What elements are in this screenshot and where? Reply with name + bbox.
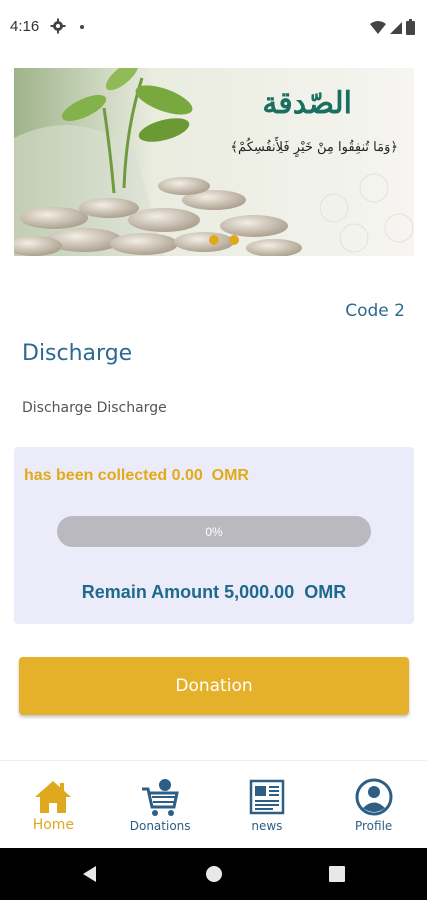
profile-icon [354, 777, 394, 817]
remaining-amount: Remain Amount 5,000.00 OMR [81, 582, 347, 602]
bottom-navigation: Home Donations news Profile [0, 760, 427, 848]
carousel-dot[interactable] [209, 235, 219, 245]
banner-verse: ﴿وَمَا تُنفِقُوا مِنْ خَيْرٍ فَلِأَنفُسِ… [230, 140, 398, 155]
project-title: Discharge [22, 341, 133, 366]
cart-donations-icon [140, 777, 180, 817]
status-time: 4:16 [10, 18, 40, 35]
donation-button[interactable]: Donation [19, 657, 409, 715]
notification-dot-icon [80, 25, 84, 29]
system-navigation-bar [0, 848, 427, 900]
coins-plant-image [14, 68, 414, 256]
newspaper-icon [247, 777, 287, 817]
back-icon[interactable] [80, 864, 100, 884]
progress-bar: 0% [57, 516, 371, 547]
progress-percent: 0% [205, 524, 223, 539]
nav-label-profile: Profile [354, 819, 393, 833]
cell-signal-icon [390, 20, 402, 39]
nav-label-home: Home [32, 817, 75, 833]
status-bar: 4:16 [0, 0, 427, 52]
project-description: Discharge Discharge [22, 400, 167, 416]
recents-icon[interactable] [328, 865, 346, 883]
home-icon [33, 777, 73, 817]
settings-gear-icon [50, 18, 66, 38]
donation-progress-card: has been collected 0.00 OMR 0% Remain Am… [14, 447, 414, 624]
banner-title: الصّدقة [262, 86, 352, 121]
collected-amount: has been collected 0.00 OMR [24, 467, 249, 484]
sadaqah-banner[interactable]: الصّدقة ﴿وَمَا تُنفِقُوا مِنْ خَيْرٍ فَل… [14, 68, 414, 256]
status-indicators [370, 19, 415, 39]
nav-label-news: news [251, 819, 283, 833]
project-code: Code 2 [345, 301, 405, 321]
nav-label-donations: Donations [129, 819, 191, 833]
nav-item-profile[interactable]: Profile [320, 761, 427, 849]
nav-item-news[interactable]: news [214, 761, 321, 849]
home-circle-icon[interactable] [204, 864, 224, 884]
nav-item-donations[interactable]: Donations [107, 761, 214, 849]
battery-icon [406, 19, 415, 39]
wifi-icon [370, 20, 386, 39]
nav-item-home[interactable]: Home [0, 761, 107, 849]
carousel-indicator [209, 235, 239, 245]
carousel-dot[interactable] [229, 235, 239, 245]
